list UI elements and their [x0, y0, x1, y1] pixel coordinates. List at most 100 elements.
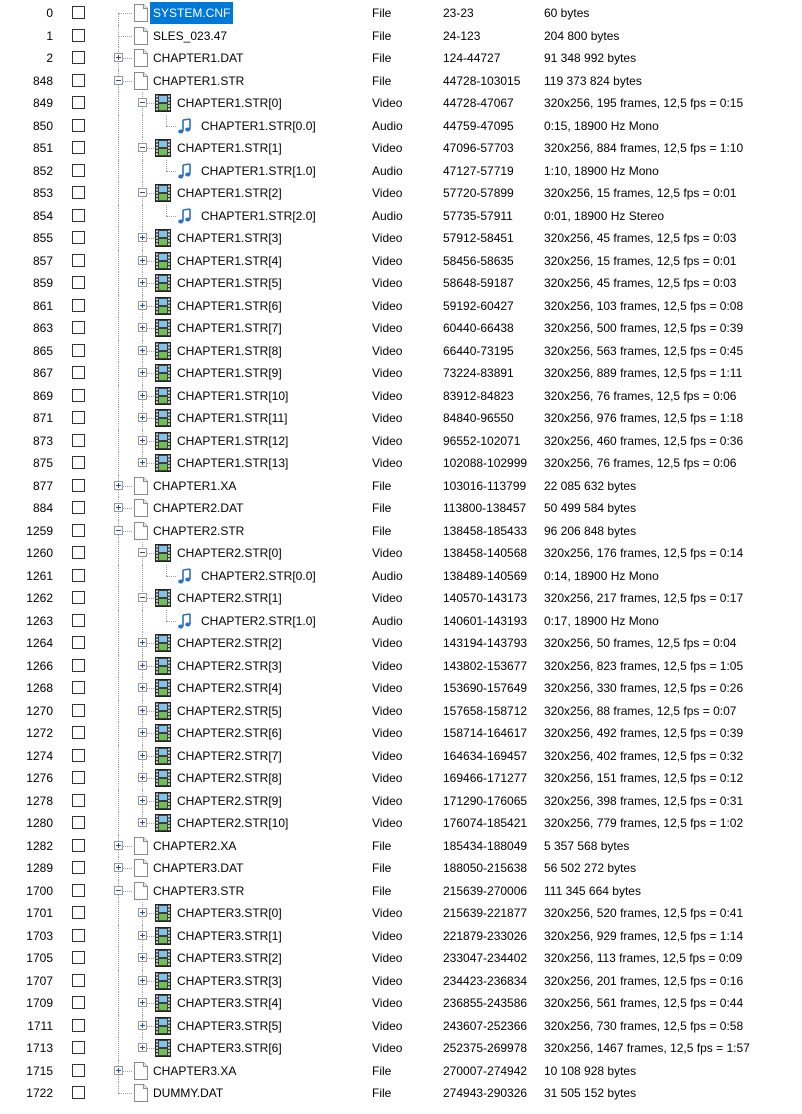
item-name[interactable]: CHAPTER1.STR[2.0]: [201, 205, 316, 227]
expand-icon[interactable]: [138, 773, 147, 782]
collapse-icon[interactable]: [138, 188, 147, 197]
item-name[interactable]: CHAPTER3.STR[2]: [177, 947, 282, 969]
collapse-icon[interactable]: [138, 98, 147, 107]
collapse-icon[interactable]: [114, 75, 123, 85]
expand-icon[interactable]: [138, 660, 147, 670]
item-name[interactable]: CHAPTER2.STR[8]: [177, 767, 282, 789]
audio-stream-row[interactable]: 850 CHAPTER1.STR[0.0] Audio 44759-47095 0:15…: [0, 114, 802, 137]
expand-icon[interactable]: [114, 840, 123, 850]
row-checkbox[interactable]: [72, 816, 85, 829]
video-stream-row[interactable]: 859 CHAPTER1.STR[5] Video 58648-59187 320x25…: [0, 272, 802, 295]
item-name[interactable]: CHAPTER2.STR[3]: [177, 655, 282, 677]
row-checkbox[interactable]: [72, 186, 85, 199]
video-stream-row[interactable]: 1264 CHAPTER2.STR[2] Video 143194-143793 320…: [0, 632, 802, 655]
item-name[interactable]: CHAPTER1.DAT: [153, 47, 243, 69]
row-checkbox[interactable]: [72, 118, 85, 132]
row-checkbox[interactable]: [72, 298, 85, 312]
item-name[interactable]: CHAPTER1.STR[10]: [177, 385, 288, 407]
row-checkbox[interactable]: [72, 501, 85, 514]
video-stream-row[interactable]: 871 CHAPTER1.STR[11] Video 84840-96550 320x2…: [0, 407, 802, 430]
row-checkbox[interactable]: [72, 1041, 85, 1054]
row-checkbox[interactable]: [72, 928, 85, 942]
expand-icon[interactable]: [138, 953, 147, 962]
row-checkbox[interactable]: [72, 343, 85, 357]
video-stream-row[interactable]: 1709 CHAPTER3.STR[4] Video 236855-243586 320…: [0, 992, 802, 1015]
row-checkbox[interactable]: [72, 321, 85, 334]
file-row[interactable]: 1700 CHAPTER3.STR File 215639-270006 111 345…: [0, 879, 802, 902]
video-stream-row[interactable]: 849 CHAPTER1.STR[0] Video 44728-47067 320x25…: [0, 92, 802, 115]
file-row[interactable]: 2 CHAPTER1.DAT File 124-44727 91 348 992 byt…: [0, 47, 802, 70]
file-row[interactable]: 1 SLES_023.47 File 24-123 204 800 bytes: [0, 24, 802, 47]
item-name[interactable]: DUMMY.DAT: [153, 1082, 223, 1104]
item-name[interactable]: CHAPTER2.STR[9]: [177, 790, 282, 812]
row-checkbox[interactable]: [72, 883, 85, 897]
item-name[interactable]: CHAPTER2.STR[2]: [177, 632, 282, 654]
item-name[interactable]: CHAPTER1.STR[12]: [177, 430, 288, 452]
item-name[interactable]: CHAPTER3.STR[3]: [177, 970, 282, 992]
video-stream-row[interactable]: 1713 CHAPTER3.STR[6] Video 252375-269978 320…: [0, 1037, 802, 1060]
video-stream-row[interactable]: 853 CHAPTER1.STR[2] Video 57720-57899 320x25…: [0, 182, 802, 205]
video-stream-row[interactable]: 1280 CHAPTER2.STR[10] Video 176074-185421 32…: [0, 812, 802, 835]
expand-icon[interactable]: [114, 503, 123, 512]
expand-icon[interactable]: [138, 233, 147, 242]
video-stream-row[interactable]: 1268 CHAPTER2.STR[4] Video 153690-157649 320…: [0, 677, 802, 700]
item-name[interactable]: CHAPTER2.STR[0]: [177, 542, 282, 564]
video-stream-row[interactable]: 863 CHAPTER1.STR[7] Video 60440-66438 320x25…: [0, 317, 802, 340]
row-checkbox[interactable]: [72, 861, 85, 874]
row-checkbox[interactable]: [72, 51, 85, 64]
video-stream-row[interactable]: 1707 CHAPTER3.STR[3] Video 234423-236834 320…: [0, 969, 802, 992]
item-name[interactable]: CHAPTER2.STR[10]: [177, 812, 288, 834]
row-checkbox[interactable]: [72, 141, 85, 154]
video-stream-row[interactable]: 1705 CHAPTER3.STR[2] Video 233047-234402 320…: [0, 947, 802, 970]
item-name[interactable]: CHAPTER3.STR[0]: [177, 902, 282, 924]
row-checkbox[interactable]: [72, 96, 85, 109]
row-checkbox[interactable]: [72, 276, 85, 289]
audio-stream-row[interactable]: 854 CHAPTER1.STR[2.0] Audio 57735-57911 0:01…: [0, 204, 802, 227]
row-checkbox[interactable]: [72, 433, 85, 447]
expand-icon[interactable]: [138, 705, 147, 715]
file-row[interactable]: 1715 CHAPTER3.XA File 270007-274942 10 108 9…: [0, 1059, 802, 1082]
row-checkbox[interactable]: [72, 726, 85, 739]
row-checkbox[interactable]: [72, 681, 85, 694]
video-stream-row[interactable]: 873 CHAPTER1.STR[12] Video 96552-102071 320x…: [0, 429, 802, 452]
expand-icon[interactable]: [138, 413, 147, 422]
file-row[interactable]: 1259 CHAPTER2.STR File 138458-185433 96 206 …: [0, 519, 802, 542]
item-name[interactable]: CHAPTER3.STR: [153, 880, 244, 902]
expand-icon[interactable]: [138, 975, 147, 985]
item-name[interactable]: CHAPTER1.STR[0.0]: [201, 115, 316, 137]
video-stream-row[interactable]: 1703 CHAPTER3.STR[1] Video 221879-233026 320…: [0, 924, 802, 947]
item-name[interactable]: CHAPTER1.STR[0]: [177, 92, 282, 114]
audio-stream-row[interactable]: 1263 CHAPTER2.STR[1.0] Audio 140601-143193 0…: [0, 609, 802, 632]
row-checkbox[interactable]: [72, 771, 85, 784]
expand-icon[interactable]: [138, 368, 147, 377]
row-checkbox[interactable]: [72, 253, 85, 267]
video-stream-row[interactable]: 1270 CHAPTER2.STR[5] Video 157658-158712 320…: [0, 699, 802, 722]
item-name[interactable]: CHAPTER2.DAT: [153, 497, 243, 519]
item-name[interactable]: CHAPTER1.STR[2]: [177, 182, 282, 204]
item-name[interactable]: CHAPTER2.XA: [153, 835, 236, 857]
row-checkbox[interactable]: [72, 411, 85, 424]
file-row[interactable]: 848 CHAPTER1.STR File 44728-103015 119 373 8…: [0, 69, 802, 92]
item-name[interactable]: CHAPTER2.STR[6]: [177, 722, 282, 744]
expand-icon[interactable]: [114, 1065, 123, 1075]
item-name[interactable]: CHAPTER3.STR[1]: [177, 925, 282, 947]
expand-icon[interactable]: [138, 300, 147, 310]
row-checkbox[interactable]: [72, 1063, 85, 1077]
row-checkbox[interactable]: [72, 748, 85, 762]
video-stream-row[interactable]: 1260 CHAPTER2.STR[0] Video 138458-140568 320…: [0, 542, 802, 565]
row-checkbox[interactable]: [72, 793, 85, 807]
row-checkbox[interactable]: [72, 388, 85, 402]
row-checkbox[interactable]: [72, 658, 85, 672]
expand-icon[interactable]: [138, 1020, 147, 1030]
item-name[interactable]: CHAPTER2.STR[0.0]: [201, 565, 316, 587]
expand-icon[interactable]: [138, 998, 147, 1007]
expand-icon[interactable]: [138, 930, 147, 940]
video-stream-row[interactable]: 1278 CHAPTER2.STR[9] Video 171290-176065 320…: [0, 789, 802, 812]
file-row[interactable]: 0 SYSTEM.CNF File 23-23 60 bytes: [0, 2, 802, 25]
video-stream-row[interactable]: 1711 CHAPTER3.STR[5] Video 243607-252366 320…: [0, 1014, 802, 1037]
expand-icon[interactable]: [138, 323, 147, 332]
row-checkbox[interactable]: [72, 28, 85, 42]
row-checkbox[interactable]: [72, 636, 85, 649]
item-name[interactable]: CHAPTER1.STR[4]: [177, 250, 282, 272]
video-stream-row[interactable]: 855 CHAPTER1.STR[3] Video 57912-58451 320x25…: [0, 227, 802, 250]
